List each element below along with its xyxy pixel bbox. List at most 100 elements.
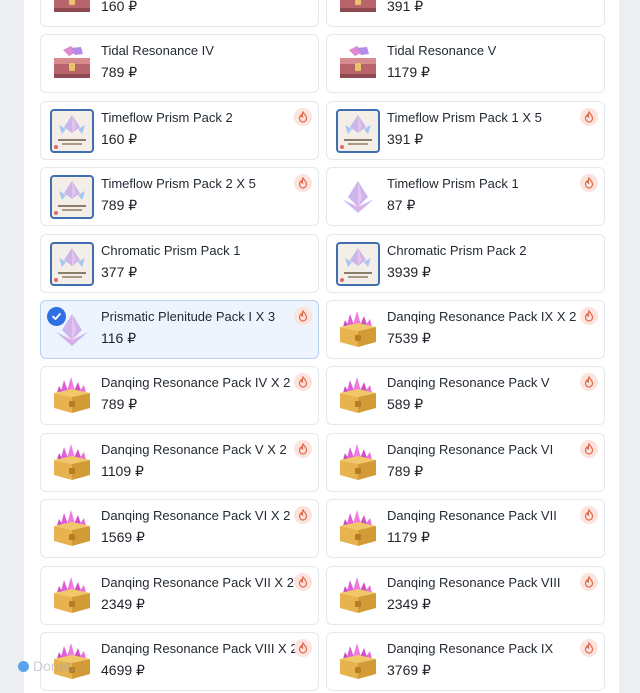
gold-chest-icon xyxy=(336,507,380,551)
product-title: Tidal Resonance IV xyxy=(101,43,214,59)
gold-chest-icon xyxy=(50,574,94,618)
product-price: 789 ₽ xyxy=(387,462,424,479)
product-title: Timeflow Prism Pack 2 xyxy=(101,109,233,125)
product-price: 2349 ₽ xyxy=(387,595,431,612)
product-title: Timeflow Prism Pack 1 xyxy=(387,176,519,192)
product-card[interactable]: Timeflow Prism Pack 2 X 5 789 ₽ xyxy=(40,167,319,227)
product-price: 3939 ₽ xyxy=(387,263,431,280)
product-card[interactable]: Danqing Resonance Pack IX X 2 7539 ₽ xyxy=(326,299,605,360)
product-title: Danqing Resonance Pack VI X 2 xyxy=(101,508,291,524)
product-title: Danqing Resonance Pack VIII xyxy=(387,574,561,590)
hot-flame-icon xyxy=(580,174,598,193)
product-card[interactable]: Prismatic Plenitude Pack I X 3 116 ₽ xyxy=(40,299,319,360)
product-price: 4699 ₽ xyxy=(101,661,145,678)
product-title: Danqing Resonance Pack IX X 2 xyxy=(387,308,577,324)
hot-flame-icon xyxy=(294,373,312,392)
product-card[interactable]: Danqing Resonance Pack V 589 ₽ xyxy=(326,366,605,426)
product-title: Danqing Resonance Pack VII xyxy=(387,508,557,524)
product-title: Danqing Resonance Pack VI xyxy=(387,441,554,457)
product-card[interactable]: Timeflow Prism Pack 1 X 5 391 ₽ xyxy=(326,100,605,160)
prism-card-icon xyxy=(336,241,380,286)
chest-icon xyxy=(50,42,94,86)
product-card[interactable]: Danqing Resonance Pack V X 2 1109 ₽ xyxy=(40,432,319,492)
product-price: 1569 ₽ xyxy=(101,529,145,546)
product-title: Danqing Resonance Pack VIII X 2 xyxy=(101,640,298,656)
product-price: 789 ₽ xyxy=(101,197,138,214)
gold-chest-icon xyxy=(336,441,380,485)
product-price: 7539 ₽ xyxy=(387,329,431,346)
hot-flame-icon xyxy=(294,174,312,193)
product-price: 160 ₽ xyxy=(101,130,138,147)
product-card[interactable]: Danqing Resonance Pack VII X 2 2349 ₽ xyxy=(40,565,319,625)
product-price: 377 ₽ xyxy=(101,263,138,280)
product-title: Tidal Resonance V xyxy=(387,43,497,59)
product-card[interactable]: Chromatic Prism Pack 1 377 ₽ xyxy=(40,233,319,293)
product-title: Timeflow Prism Pack 1 X 5 xyxy=(387,109,542,125)
product-price: 87 ₽ xyxy=(387,197,416,214)
hot-flame-icon xyxy=(294,107,312,126)
prism-card-icon xyxy=(50,241,94,286)
hot-flame-icon xyxy=(580,572,598,591)
product-price: 391 ₽ xyxy=(387,0,424,14)
hot-flame-icon xyxy=(580,107,598,126)
prism-card-icon xyxy=(336,108,380,153)
product-card[interactable]: Danqing Resonance Pack VIII 2349 ₽ xyxy=(326,565,605,625)
gold-chest-icon xyxy=(336,640,380,684)
product-title: Chromatic Prism Pack 1 xyxy=(101,242,241,258)
prism-card-icon xyxy=(50,108,94,153)
product-price: 1179 ₽ xyxy=(387,64,430,81)
chest-icon xyxy=(50,0,94,20)
product-card[interactable]: Danqing Resonance Pack IV X 2 789 ₽ xyxy=(40,366,319,426)
prism-card-icon xyxy=(50,175,94,220)
hot-flame-icon xyxy=(294,572,312,591)
hot-flame-icon xyxy=(294,439,312,458)
product-card[interactable]: Timeflow Prism Pack 1 87 ₽ xyxy=(326,167,605,227)
watermark-text: Donat... xyxy=(33,658,83,674)
gold-chest-icon xyxy=(50,441,94,485)
product-card[interactable]: 391 ₽ xyxy=(326,0,605,28)
product-price: 116 ₽ xyxy=(101,329,137,346)
hot-flame-icon xyxy=(294,506,312,525)
product-card[interactable]: Danqing Resonance Pack VI X 2 1569 ₽ xyxy=(40,499,319,559)
product-title: Danqing Resonance Pack IX xyxy=(387,640,554,656)
product-title: Danqing Resonance Pack VII X 2 xyxy=(101,574,294,590)
hot-flame-icon xyxy=(580,306,598,325)
hot-flame-icon xyxy=(294,638,312,657)
product-price: 2349 ₽ xyxy=(101,595,145,612)
product-card[interactable]: Danqing Resonance Pack VII 1179 ₽ xyxy=(326,499,605,559)
watermark: Donat... xyxy=(18,658,82,674)
chest-icon xyxy=(336,0,380,20)
product-price: 1109 ₽ xyxy=(101,462,144,479)
hot-flame-icon xyxy=(580,373,598,392)
selected-check-icon xyxy=(47,306,66,326)
crystal-icon xyxy=(336,175,380,219)
product-price: 589 ₽ xyxy=(387,396,424,413)
gold-chest-icon xyxy=(50,374,94,418)
chest-icon xyxy=(336,42,380,86)
gold-chest-icon xyxy=(50,507,94,551)
product-card[interactable]: Danqing Resonance Pack IX 3769 ₽ xyxy=(326,631,605,691)
product-card[interactable]: Timeflow Prism Pack 2 160 ₽ xyxy=(40,100,319,160)
product-title: Danqing Resonance Pack V X 2 xyxy=(101,441,287,457)
hot-flame-icon xyxy=(294,306,312,325)
product-title: Timeflow Prism Pack 2 X 5 xyxy=(101,176,256,192)
gold-chest-icon xyxy=(336,574,380,618)
product-card[interactable]: Tidal Resonance V 1179 ₽ xyxy=(326,34,605,94)
product-card[interactable]: Danqing Resonance Pack VI 789 ₽ xyxy=(326,432,605,492)
hot-flame-icon xyxy=(580,638,598,657)
product-card[interactable]: Chromatic Prism Pack 2 3939 ₽ xyxy=(326,233,605,293)
gold-chest-icon xyxy=(336,308,380,352)
product-price: 1179 ₽ xyxy=(387,529,430,546)
product-price: 789 ₽ xyxy=(101,64,138,81)
product-grid: 160 ₽391 ₽ Tidal Resonance IV 789 ₽ Tidal R… xyxy=(40,0,605,691)
product-price: 3769 ₽ xyxy=(387,661,431,678)
product-card[interactable]: 160 ₽ xyxy=(40,0,319,28)
watermark-logo-icon xyxy=(18,660,29,672)
product-title: Danqing Resonance Pack V xyxy=(387,375,550,391)
product-panel: 160 ₽391 ₽ Tidal Resonance IV 789 ₽ Tidal R… xyxy=(24,0,619,693)
product-title: Prismatic Plenitude Pack I X 3 xyxy=(101,308,276,324)
product-card[interactable]: Tidal Resonance IV 789 ₽ xyxy=(40,34,319,94)
product-title: Danqing Resonance Pack IV X 2 xyxy=(101,375,291,391)
gold-chest-icon xyxy=(336,374,380,418)
hot-flame-icon xyxy=(580,439,598,458)
